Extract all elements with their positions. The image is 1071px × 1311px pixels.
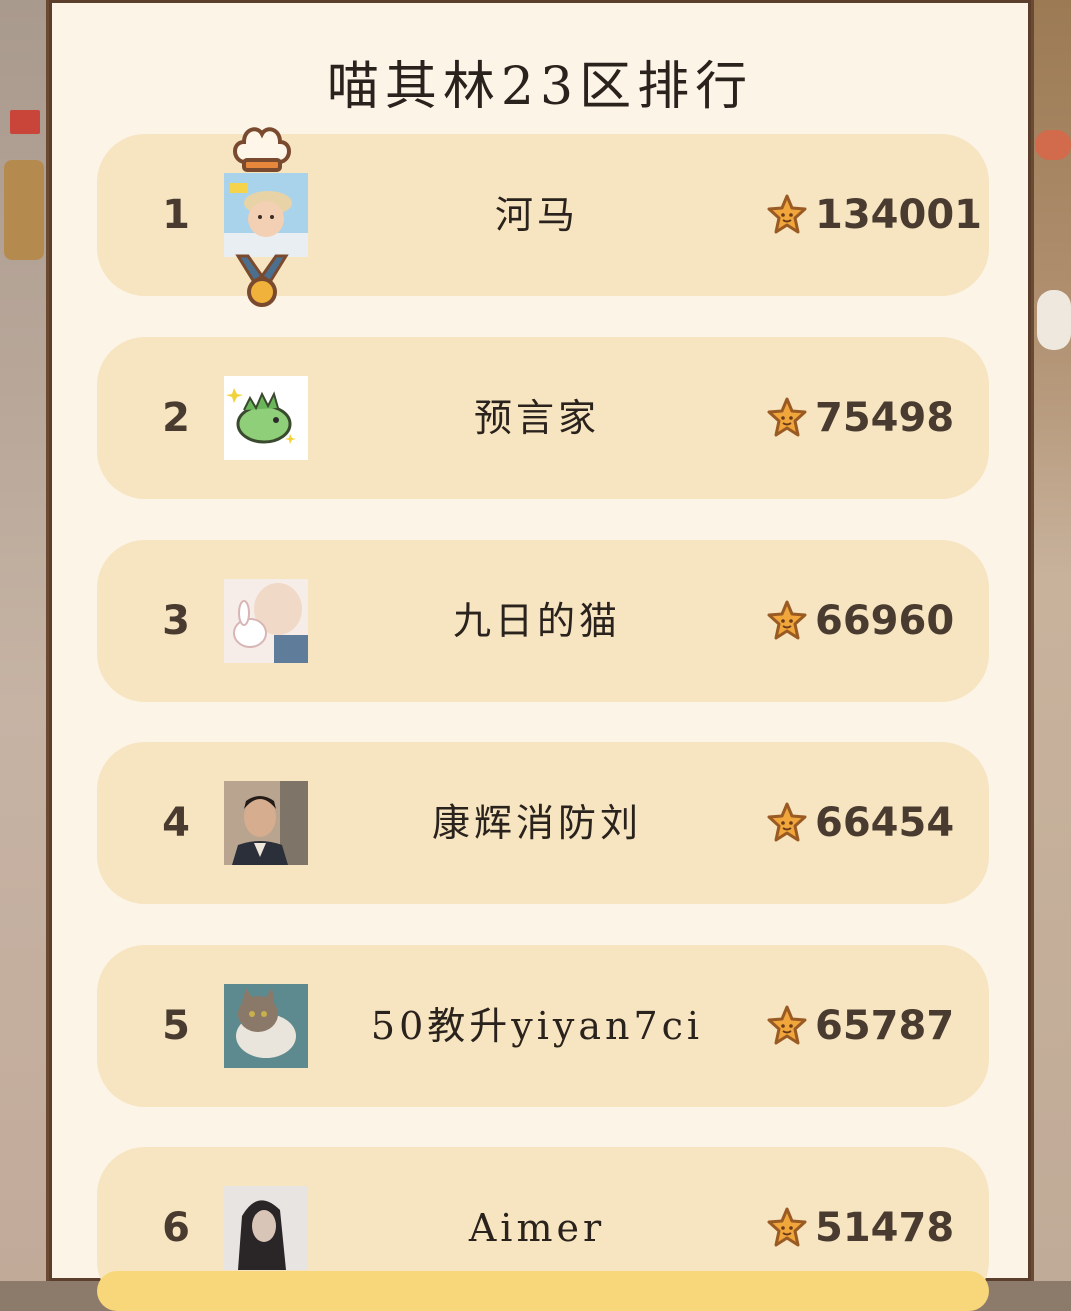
leaderboard-row[interactable]: 1 河马 134001 xyxy=(97,127,989,307)
background-scene-right xyxy=(1031,0,1071,1281)
star-icon xyxy=(767,1005,807,1045)
player-name: 预言家 xyxy=(473,396,600,440)
rank-number: 2 xyxy=(162,395,190,441)
player-score: 65787 xyxy=(815,1003,955,1049)
score-group: 75498 xyxy=(765,337,954,499)
score-group: 66960 xyxy=(765,540,954,702)
score-group: 65787 xyxy=(765,945,954,1107)
score-group: 134001 xyxy=(765,134,982,296)
leaderboard-row[interactable]: 4 康辉消防刘 66454 xyxy=(97,742,989,904)
player-score: 66960 xyxy=(815,598,955,644)
leaderboard-row[interactable]: 3 九日的猫 66960 xyxy=(97,540,989,702)
avatar xyxy=(224,173,308,257)
avatar xyxy=(224,781,308,865)
player-score: 66454 xyxy=(815,800,955,846)
player-name: 九日的猫 xyxy=(452,599,621,643)
score-group: 66454 xyxy=(765,742,954,904)
gold-medal-icon xyxy=(235,254,289,307)
player-name: 河马 xyxy=(494,193,579,237)
rank-number: 1 xyxy=(162,192,190,238)
avatar xyxy=(224,579,308,663)
player-score: 51478 xyxy=(815,1205,955,1251)
star-icon xyxy=(767,1207,807,1247)
star-icon xyxy=(767,600,807,640)
background-scene-left xyxy=(0,0,48,1281)
leaderboard-row[interactable]: 2 预言家 75498 xyxy=(97,337,989,499)
star-icon xyxy=(767,397,807,437)
player-score: 134001 xyxy=(815,192,982,238)
rank-number: 3 xyxy=(162,598,190,644)
leaderboard-panel: 喵其林23区排行 1 河马 134001 2 预言家 75498 3 九日的猫 … xyxy=(46,0,1034,1311)
avatar xyxy=(224,984,308,1068)
player-name: 康辉消防刘 xyxy=(431,801,642,845)
rank-number: 4 xyxy=(162,800,190,846)
leaderboard-title: 喵其林23区排行 xyxy=(326,57,754,117)
star-icon xyxy=(767,802,807,842)
rank-number: 5 xyxy=(162,1003,190,1049)
avatar xyxy=(224,1186,308,1270)
player-score: 75498 xyxy=(815,395,955,441)
leaderboard-row[interactable]: 5 50教升yiyan7ci 65787 xyxy=(97,945,989,1107)
own-rank-row[interactable] xyxy=(97,1271,989,1311)
star-icon xyxy=(767,194,807,234)
chef-hat-crown-icon xyxy=(233,127,291,172)
player-name: 50教升yiyan7ci xyxy=(370,1004,704,1048)
avatar xyxy=(224,376,308,460)
